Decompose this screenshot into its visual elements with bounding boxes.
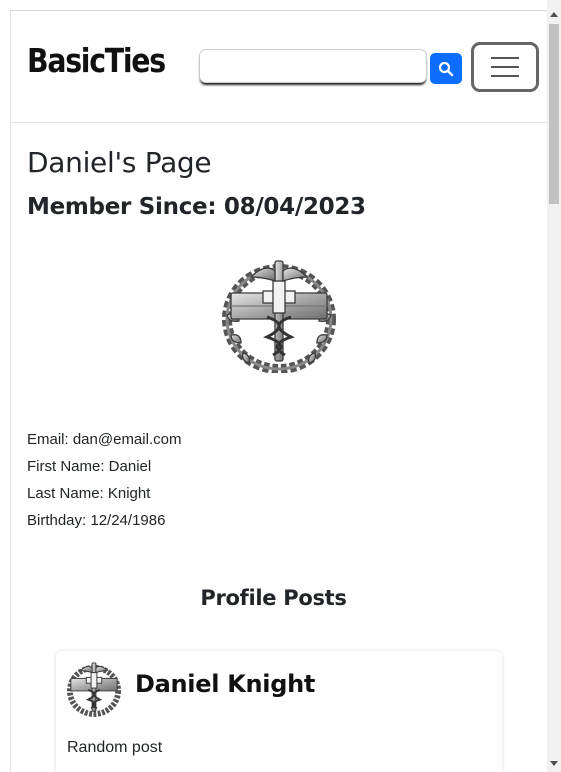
- combat-medical-badge-icon: [66, 662, 122, 717]
- post-body: Random post: [67, 739, 163, 756]
- email-text: Email: dan@email.com: [27, 431, 182, 448]
- navbar: BasicTies: [11, 11, 547, 123]
- hamburger-menu-icon: [491, 57, 519, 77]
- navbar-toggler-button[interactable]: [471, 42, 539, 92]
- vertical-scrollbar[interactable]: [547, 0, 561, 772]
- page-viewport: BasicTies Daniel's Page Member Since: 08…: [0, 0, 547, 772]
- combat-medical-badge-icon: [222, 260, 336, 373]
- first-name-text: First Name: Daniel: [27, 458, 152, 475]
- profile-info: Email: dan@email.com First Name: Daniel …: [27, 426, 181, 534]
- search-icon: [438, 61, 454, 76]
- last-name-text: Last Name: Knight: [27, 485, 151, 502]
- scroll-down-arrow-icon[interactable]: [550, 761, 558, 766]
- page-title: Daniel's Page: [27, 146, 212, 179]
- search-input[interactable]: [199, 49, 427, 83]
- brand-logo[interactable]: BasicTies: [27, 41, 166, 80]
- member-since-heading: Member Since: 08/04/2023: [27, 194, 366, 220]
- birthday-text: Birthday: 12/24/1986: [27, 512, 166, 529]
- post-card[interactable]: Daniel Knight Random post: [56, 651, 502, 772]
- post-author[interactable]: Daniel Knight: [135, 670, 315, 698]
- scrollbar-thumb[interactable]: [549, 24, 559, 204]
- window-left-border: [10, 10, 11, 772]
- scroll-up-arrow-icon[interactable]: [550, 12, 558, 17]
- search-button[interactable]: [430, 53, 462, 84]
- profile-posts-heading: Profile Posts: [200, 586, 347, 610]
